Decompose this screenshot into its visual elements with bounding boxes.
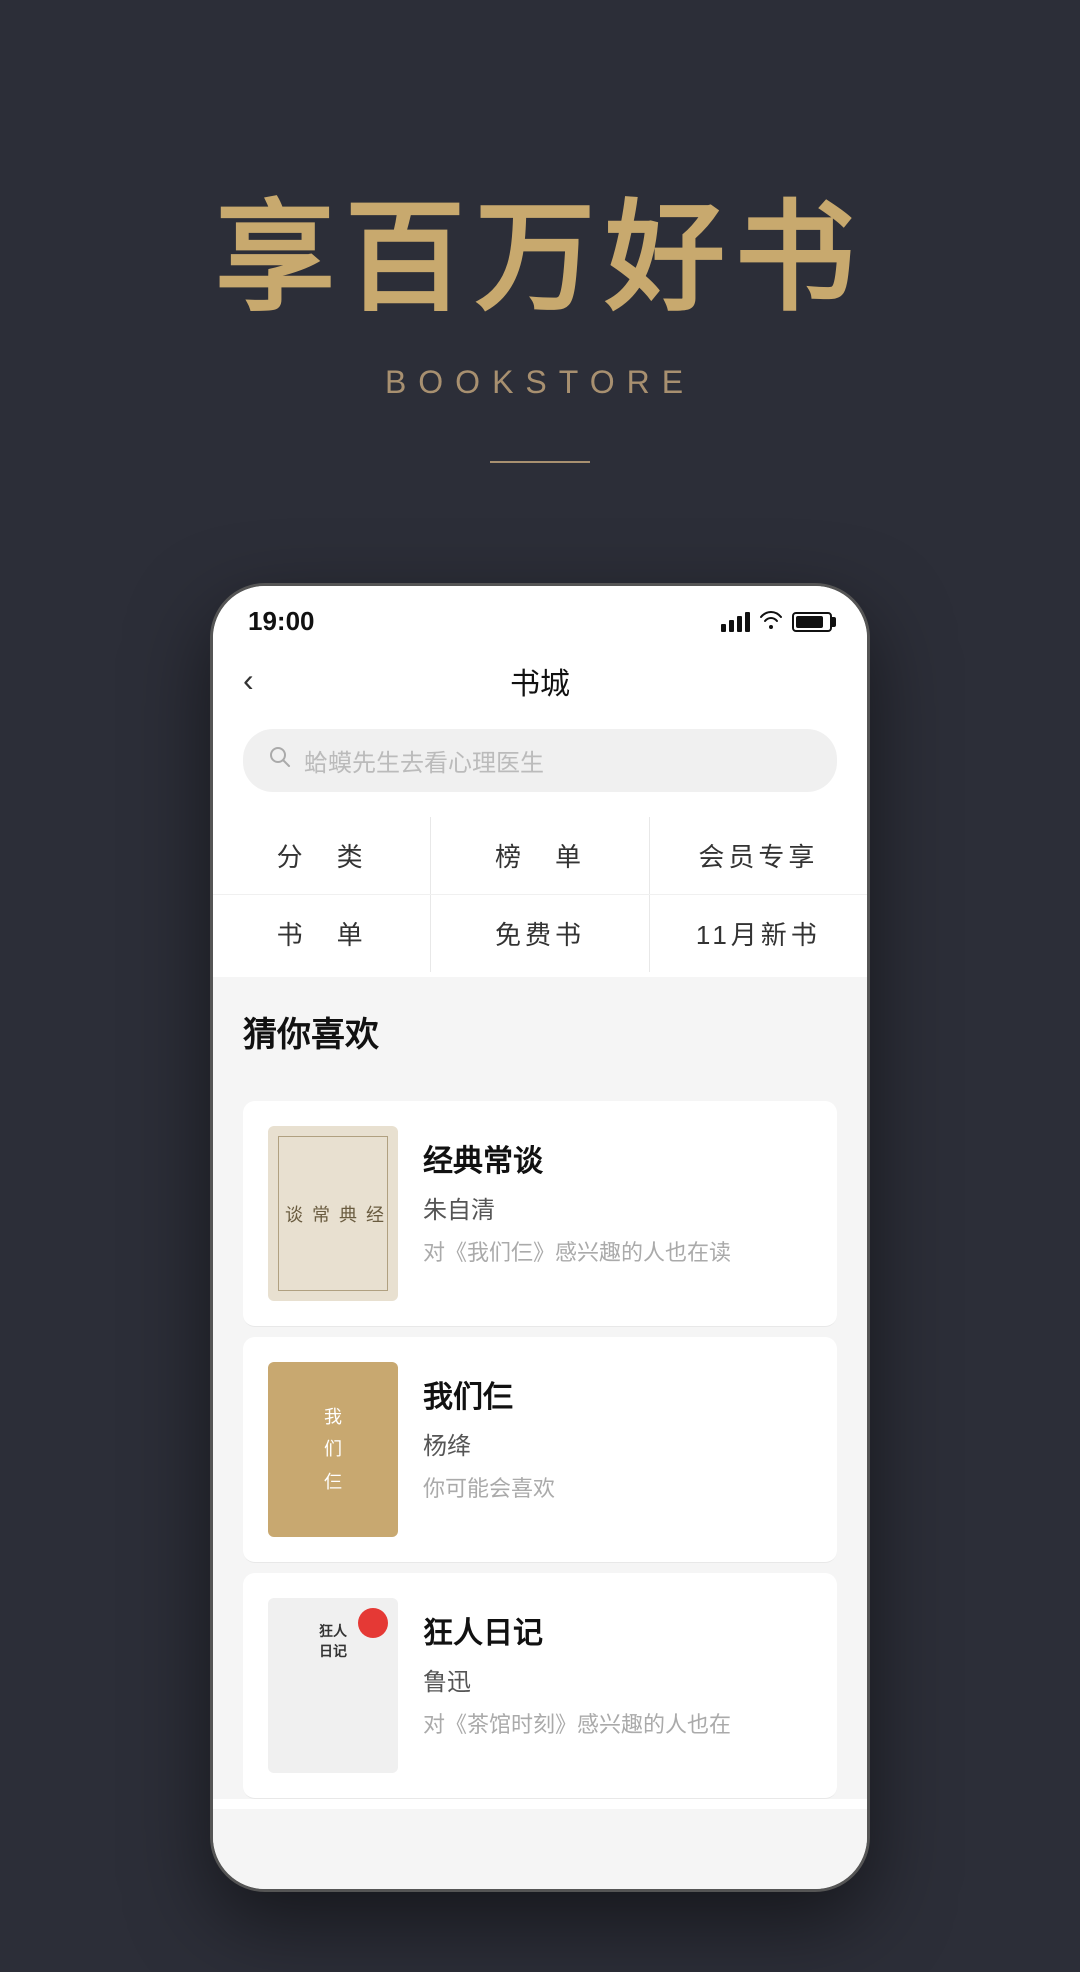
status-icons <box>721 609 832 635</box>
status-bar: 19:00 <box>213 586 867 647</box>
category-item-vip[interactable]: 会员专享 <box>650 817 867 894</box>
book-desc-3: 对《茶馆时刻》感兴趣的人也在 <box>423 1707 812 1739</box>
book-item-3[interactable]: 狂人日记 狂人日记 鲁迅 对《茶馆时刻》感兴趣的人也在 <box>243 1573 837 1799</box>
category-item-newbooks[interactable]: 11月新书 <box>650 895 867 972</box>
nav-title: 书城 <box>510 659 570 703</box>
book-title-2: 我们仨 <box>423 1372 812 1416</box>
book-info-3: 狂人日记 鲁迅 对《茶馆时刻》感兴趣的人也在 <box>423 1598 812 1739</box>
book-cover-inner-1: 经典常谈 <box>278 1136 388 1291</box>
signal-bar-3 <box>737 616 742 632</box>
section-title: 猜你喜欢 <box>243 1007 837 1056</box>
search-bar[interactable]: 蛤蟆先生去看心理医生 <box>243 729 837 792</box>
book-author-2: 杨绛 <box>423 1426 812 1461</box>
book-info-2: 我们仨 杨绛 你可能会喜欢 <box>423 1362 812 1503</box>
book-info-1: 经典常谈 朱自清 对《我们仨》感兴趣的人也在读 <box>423 1126 812 1267</box>
recommend-section: 猜你喜欢 <box>213 977 867 1101</box>
hero-title: 享百万好书 <box>215 160 865 334</box>
book-desc-1: 对《我们仨》感兴趣的人也在读 <box>423 1235 812 1267</box>
hero-section: 享百万好书 BOOKSTORE <box>0 0 1080 543</box>
phone-container: 19:00 <box>0 583 1080 1972</box>
book-item-2[interactable]: 我们仨 我们仨 杨绛 你可能会喜欢 <box>243 1337 837 1563</box>
battery-icon <box>792 612 832 632</box>
book-title-1: 经典常谈 <box>423 1136 812 1180</box>
category-row-2: 书 单 免费书 11月新书 <box>213 895 867 972</box>
phone-mockup: 19:00 <box>210 583 870 1892</box>
search-icon <box>268 745 292 776</box>
signal-bar-4 <box>745 612 750 632</box>
category-nav: 分 类 榜 单 会员专享 书 单 免费书 11月新书 <box>213 807 867 977</box>
book-cover-text-1: 经典常谈 <box>279 1205 387 1223</box>
category-item-shudan[interactable]: 书 单 <box>213 895 431 972</box>
book-desc-2: 你可能会喜欢 <box>423 1471 812 1503</box>
category-row-1: 分 类 榜 单 会员专享 <box>213 817 867 895</box>
book-cover-3: 狂人日记 <box>268 1598 398 1773</box>
book-item-1[interactable]: 经典常谈 经典常谈 朱自清 对《我们仨》感兴趣的人也在读 <box>243 1101 837 1327</box>
hero-divider <box>490 461 590 463</box>
battery-fill <box>796 616 823 628</box>
book-cover-red-dot <box>358 1608 388 1638</box>
nav-bar: ‹ 书城 <box>213 647 867 714</box>
category-item-bangdan[interactable]: 榜 单 <box>431 817 649 894</box>
book-cover-2: 我们仨 <box>268 1362 398 1537</box>
category-item-free[interactable]: 免费书 <box>431 895 649 972</box>
signal-icon <box>721 612 750 632</box>
search-placeholder-text: 蛤蟆先生去看心理医生 <box>304 743 544 778</box>
bottom-area <box>213 1809 867 1889</box>
book-author-3: 鲁迅 <box>423 1662 812 1697</box>
book-cover-text-2: 我们仨 <box>324 1401 342 1498</box>
search-container: 蛤蟆先生去看心理医生 <box>213 714 867 807</box>
status-time: 19:00 <box>248 606 315 637</box>
category-item-fenlei[interactable]: 分 类 <box>213 817 431 894</box>
back-button[interactable]: ‹ <box>243 662 254 699</box>
signal-bar-2 <box>729 620 734 632</box>
book-author-1: 朱自清 <box>423 1190 812 1225</box>
book-list: 经典常谈 经典常谈 朱自清 对《我们仨》感兴趣的人也在读 我们仨 我们仨 杨绛 … <box>213 1101 867 1799</box>
book-cover-1: 经典常谈 <box>268 1126 398 1301</box>
book-title-3: 狂人日记 <box>423 1608 812 1652</box>
wifi-icon <box>758 609 784 635</box>
hero-subtitle: BOOKSTORE <box>385 364 695 401</box>
book-cover-text-3: 狂人日记 <box>319 1621 347 1661</box>
signal-bar-1 <box>721 624 726 632</box>
